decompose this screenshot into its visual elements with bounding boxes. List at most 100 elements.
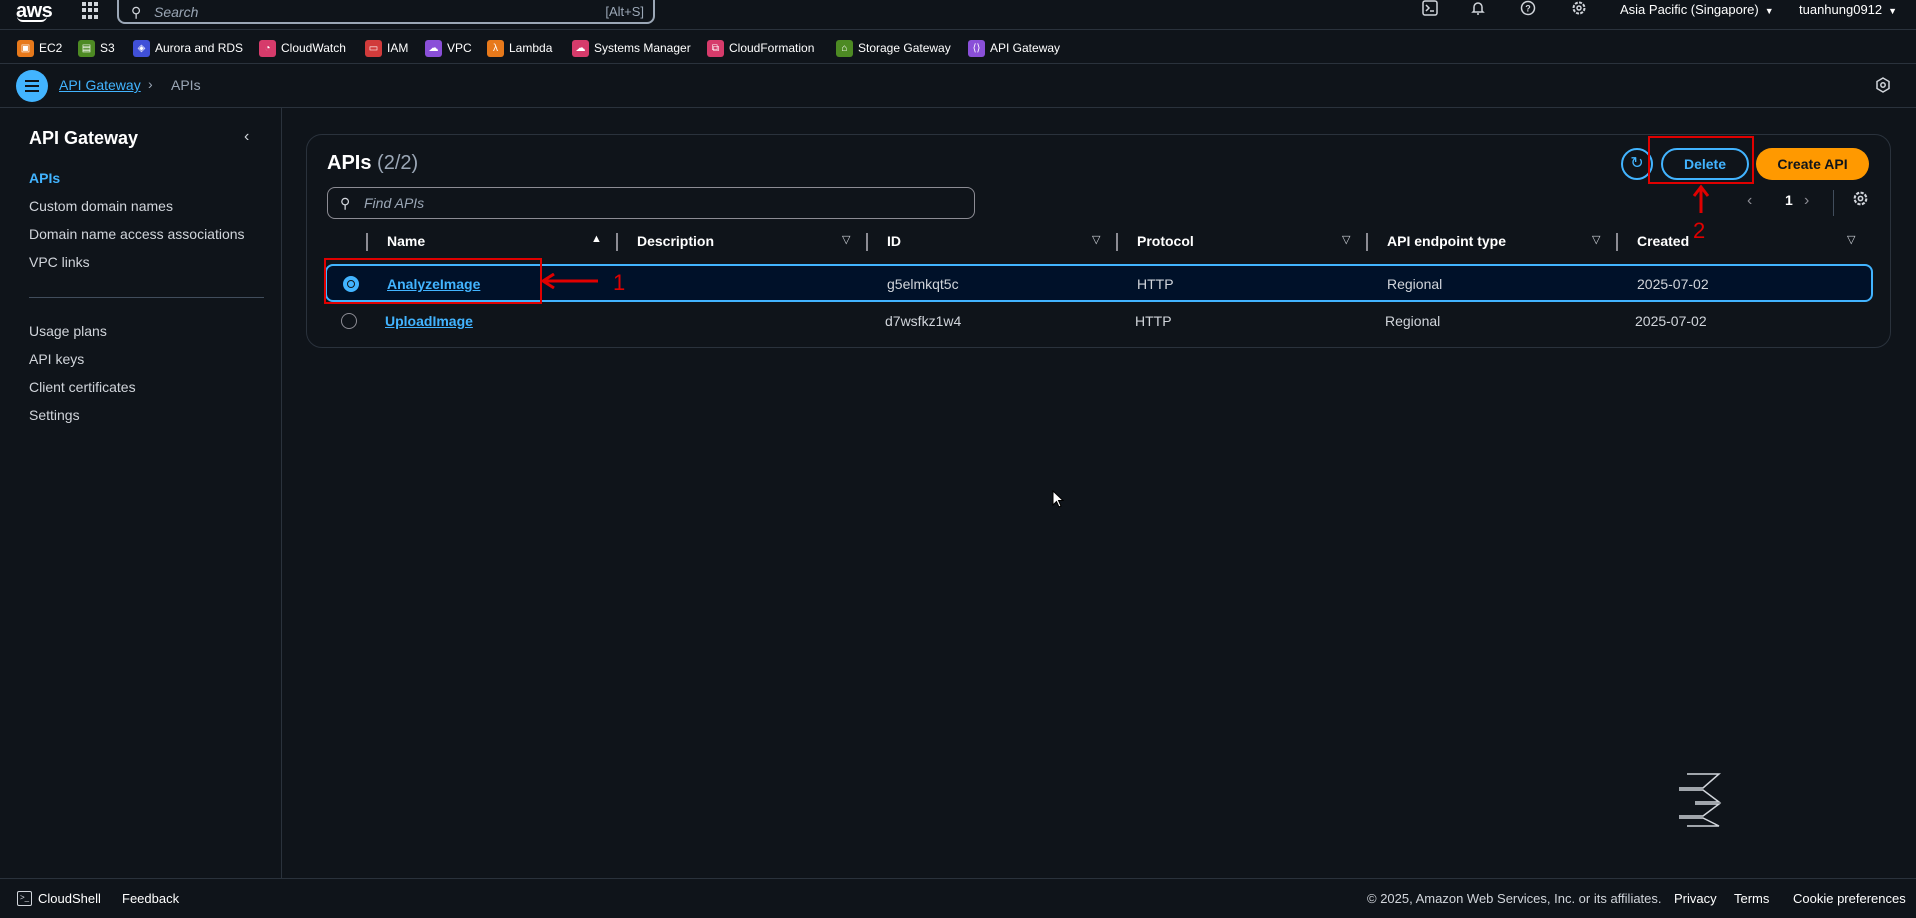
annotation-arrow-up-icon <box>1693 184 1709 213</box>
s3-icon: ▤ <box>78 39 95 57</box>
favorite-storage-gateway[interactable]: ⌂ Storage Gateway <box>836 38 951 58</box>
favorite-aurora-rds[interactable]: ◈ Aurora and RDS <box>133 38 243 58</box>
create-api-button[interactable]: Create API <box>1756 148 1869 180</box>
favorite-vpc[interactable]: ☁ VPC <box>425 38 472 58</box>
sort-icon[interactable]: ▽ <box>1092 233 1100 246</box>
api-protocol: HTTP <box>1137 276 1174 292</box>
refresh-icon: ↻ <box>1630 155 1644 172</box>
cookie-preferences-link[interactable]: Cookie preferences <box>1793 891 1906 906</box>
sidebar-item-client-certificates[interactable]: Client certificates <box>29 379 136 395</box>
privacy-link[interactable]: Privacy <box>1674 891 1717 906</box>
cloudwatch-icon: ◔ <box>259 39 276 57</box>
region-selector[interactable]: Asia Pacific (Singapore) ▼ <box>1620 2 1774 17</box>
annotation-number-2: 2 <box>1693 218 1706 243</box>
side-nav-toggle-button[interactable] <box>16 70 48 102</box>
column-header-name[interactable]: Name <box>387 233 425 249</box>
ec2-icon: ▣ <box>17 39 34 57</box>
sidebar-item-usage-plans[interactable]: Usage plans <box>29 323 107 339</box>
favorite-systems-manager[interactable]: ☁ Systems Manager <box>572 38 691 58</box>
api-id: d7wsfkz1w4 <box>885 313 962 329</box>
sidebar-divider <box>29 297 264 298</box>
search-icon: ⚲ <box>131 4 142 20</box>
find-apis-input[interactable]: ⚲ Find APIs <box>327 187 975 219</box>
sort-ascending-icon[interactable]: ▲ <box>591 233 602 245</box>
cloudshell-icon[interactable] <box>1420 0 1440 20</box>
sidebar-item-vpc-links[interactable]: VPC links <box>29 254 90 270</box>
table-row[interactable]: UploadImage d7wsfkz1w4 HTTP Regional 202… <box>325 303 1873 341</box>
sidebar-item-apis[interactable]: APIs <box>29 170 60 186</box>
cloudshell-link[interactable]: CloudShell <box>38 891 101 906</box>
pager-divider <box>1833 190 1834 216</box>
sort-icon[interactable]: ▽ <box>1592 233 1600 246</box>
api-endpoint-type: Regional <box>1385 313 1441 329</box>
favorite-cloudformation[interactable]: ⧉ CloudFormation <box>707 38 814 58</box>
favorite-ec2[interactable]: ▣ EC2 <box>17 38 62 58</box>
find-apis-placeholder: Find APIs <box>364 195 425 211</box>
favorite-api-gateway[interactable]: ⟨⟩ API Gateway <box>968 38 1060 58</box>
svg-text:?: ? <box>1525 4 1531 14</box>
chevron-right-icon: › <box>148 76 153 92</box>
favorite-s3[interactable]: ▤ S3 <box>78 38 115 58</box>
terms-link[interactable]: Terms <box>1734 891 1769 906</box>
column-header-protocol[interactable]: Protocol <box>1137 233 1194 249</box>
user-menu[interactable]: tuanhung0912 ▼ <box>1799 2 1897 17</box>
chevron-left-icon[interactable]: ‹ <box>1747 192 1752 210</box>
column-header-id[interactable]: ID <box>887 233 901 249</box>
iam-icon: ▭ <box>365 39 382 57</box>
sidebar-title: API Gateway <box>29 128 139 148</box>
chevron-down-icon: ▼ <box>1888 6 1898 16</box>
favorite-iam[interactable]: ▭ IAM <box>365 38 408 58</box>
column-divider <box>366 233 368 251</box>
page-number[interactable]: 1 <box>1785 192 1793 208</box>
breadcrumb-api-gateway[interactable]: API Gateway <box>59 77 141 93</box>
api-created: 2025-07-02 <box>1635 313 1707 329</box>
api-name-link[interactable]: UploadImage <box>385 313 473 329</box>
column-header-description[interactable]: Description <box>637 233 714 249</box>
top-navigation-bar: aws ⚲ Search [Alt+S] ? Asia Pacific (Sin… <box>0 0 1916 30</box>
column-divider <box>1616 233 1618 251</box>
panel-title: APIs (2/2) <box>327 152 419 174</box>
feedback-link[interactable]: Feedback <box>122 891 179 906</box>
sort-icon[interactable]: ▽ <box>1847 233 1855 246</box>
api-protocol: HTTP <box>1135 313 1172 329</box>
help-icon[interactable]: ? <box>1518 0 1538 20</box>
sort-icon[interactable]: ▽ <box>842 233 850 246</box>
api-id: g5elmkqt5c <box>887 276 959 292</box>
chevron-down-icon: ▼ <box>1764 6 1774 16</box>
search-shortcut: [Alt+S] <box>605 4 644 19</box>
column-divider <box>616 233 618 251</box>
column-header-endpoint-type[interactable]: API endpoint type <box>1387 233 1506 249</box>
side-navigation: API Gateway ‹ APIs Custom domain names D… <box>0 108 282 878</box>
cloudshell-icon: >_ <box>17 891 32 906</box>
column-divider <box>1366 233 1368 251</box>
floating-stack-icon[interactable] <box>1675 772 1723 828</box>
breadcrumb-apis: APIs <box>171 77 201 93</box>
column-header-created[interactable]: Created <box>1637 233 1689 249</box>
search-bar[interactable]: ⚲ Search [Alt+S] <box>117 0 655 24</box>
search-icon: ⚲ <box>340 195 351 211</box>
hexagon-icon[interactable] <box>1873 76 1893 96</box>
rds-icon: ◈ <box>133 39 150 57</box>
chevron-right-icon[interactable]: › <box>1804 192 1809 210</box>
cloudformation-icon: ⧉ <box>707 39 724 57</box>
sort-icon[interactable]: ▽ <box>1342 233 1350 246</box>
apps-grid-icon[interactable] <box>82 2 99 19</box>
gear-icon[interactable] <box>1569 0 1589 20</box>
favorites-bar: ▣ EC2 ▤ S3 ◈ Aurora and RDS ◔ CloudWatch ▭ IA… <box>0 30 1916 64</box>
table-preferences-gear-icon[interactable] <box>1852 190 1869 212</box>
column-divider <box>866 233 868 251</box>
sidebar-item-api-keys[interactable]: API keys <box>29 351 84 367</box>
systems-manager-icon: ☁ <box>572 39 589 57</box>
column-divider <box>1116 233 1118 251</box>
row-select-radio[interactable] <box>341 313 357 329</box>
sidebar-item-custom-domain-names[interactable]: Custom domain names <box>29 198 173 214</box>
storage-gateway-icon: ⌂ <box>836 39 853 57</box>
annotation-number-1: 1 <box>613 270 626 295</box>
vpc-icon: ☁ <box>425 39 442 57</box>
chevron-left-icon[interactable]: ‹ <box>244 128 249 146</box>
favorite-cloudwatch[interactable]: ◔ CloudWatch <box>259 38 346 58</box>
sidebar-item-domain-access-associations[interactable]: Domain name access associations <box>29 226 245 242</box>
bell-icon[interactable] <box>1468 0 1488 20</box>
sidebar-item-settings[interactable]: Settings <box>29 407 80 423</box>
favorite-lambda[interactable]: λ Lambda <box>487 38 552 58</box>
